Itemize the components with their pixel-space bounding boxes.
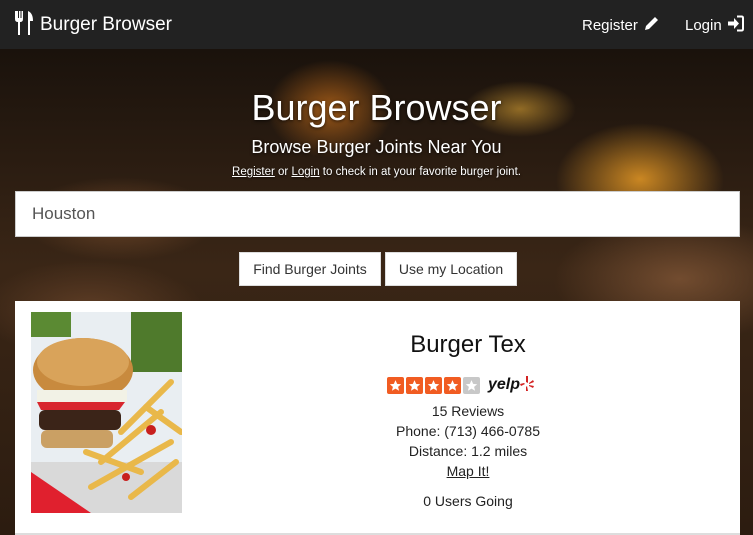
note-rest-text: to check in at your favorite burger join… — [319, 166, 521, 178]
hero-note: Register or Login to check in at your fa… — [0, 166, 753, 178]
review-count: 15 Reviews — [431, 403, 505, 419]
register-link[interactable]: Register — [582, 15, 660, 36]
phone-number: Phone: (713) 466-0785 — [396, 423, 540, 439]
star-filled-icon — [406, 376, 423, 394]
hero-subtitle: Browse Burger Joints Near You — [251, 137, 502, 157]
yelp-rating: yelp — [387, 374, 535, 396]
result-name[interactable]: Burger Tex — [275, 331, 661, 359]
register-inline-link[interactable]: Register — [232, 166, 275, 178]
sign-in-icon — [722, 15, 744, 36]
login-inline-link[interactable]: Login — [291, 166, 319, 178]
star-filled-icon — [444, 376, 461, 394]
brand-text: Burger Browser — [40, 14, 172, 35]
use-my-location-button[interactable]: Use my Location — [385, 252, 517, 286]
register-label: Register — [582, 17, 638, 34]
note-or-text: or — [274, 166, 292, 178]
burger-photo — [31, 312, 182, 513]
map-it-link[interactable]: Map It! — [447, 463, 490, 479]
find-burger-joints-button[interactable]: Find Burger Joints — [239, 252, 381, 286]
result-card: Burger Tex yelp 15 Reviews Phone: (713) … — [15, 301, 740, 535]
hero-background: Burger Browser Browse Burger Joints Near… — [0, 49, 753, 535]
distance: Distance: 1.2 miles — [408, 443, 528, 459]
navbar: Burger Browser Register Login — [0, 0, 753, 49]
map-link-wrap: Map It! — [275, 463, 661, 479]
star-filled-icon — [387, 376, 404, 394]
rating-stars — [387, 376, 482, 394]
login-label: Login — [685, 17, 722, 34]
fork-knife-icon — [14, 10, 34, 41]
star-filled-icon — [425, 376, 442, 394]
users-going[interactable]: 0 Users Going — [275, 493, 661, 509]
pencil-icon — [638, 15, 660, 36]
location-search-input[interactable] — [15, 191, 740, 237]
brand-link[interactable]: Burger Browser — [14, 10, 172, 41]
star-empty-icon — [463, 376, 480, 394]
hero-title: Burger Browser — [251, 87, 502, 128]
yelp-wordmark: yelp — [488, 376, 521, 393]
yelp-burst-icon — [520, 375, 535, 396]
login-link[interactable]: Login — [685, 15, 744, 36]
yelp-logo: yelp — [488, 375, 535, 396]
